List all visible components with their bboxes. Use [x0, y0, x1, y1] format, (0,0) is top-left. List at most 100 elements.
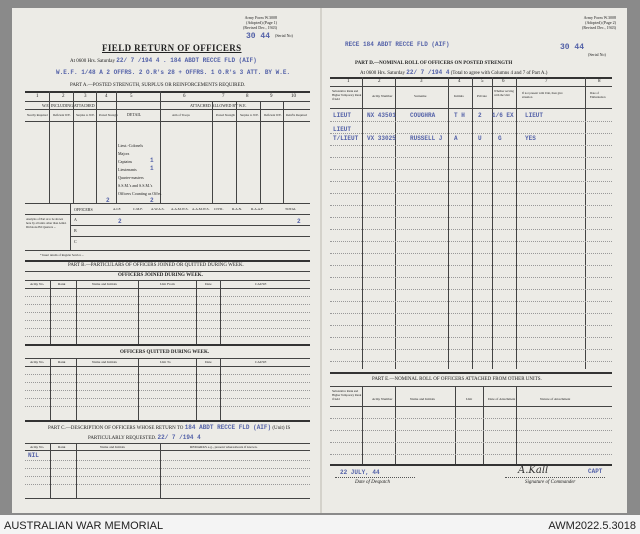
arms-head-10: TOTAL	[285, 207, 297, 211]
part-d-heading: PART D.—NOMINAL ROLL OF OFFICERS ON POST…	[355, 61, 513, 66]
arms-head-2: A.I.F.	[113, 207, 121, 211]
col-num-9: 9	[270, 94, 273, 99]
col-num-10: 10	[291, 94, 296, 99]
d-row-3-situation: YES	[525, 135, 536, 142]
d-col-num-7: 7	[545, 79, 548, 84]
d-head-situation: If not present with Unit, then give situ…	[522, 91, 563, 99]
d-head-serving: Whether serving with the Unit	[494, 89, 514, 97]
left-footnote: * Insert details of Regular Service ...	[40, 253, 84, 257]
part-c-date: 22/ 7 /194 4	[157, 434, 201, 441]
analysis-aif-value: 2	[118, 218, 122, 225]
d-row-3-rank: T/LIEUT	[333, 135, 359, 142]
e-head-rank: Substantive Rank and Higher Temporary Ra…	[332, 389, 362, 401]
d-row-1-number: NX 43501	[367, 112, 396, 119]
arms-head-4: A.W.A.S.	[151, 207, 165, 211]
col-head-7: Posted Strength	[216, 113, 235, 117]
d-row-1-private: 2	[478, 112, 482, 119]
arms-head-1: OFFICERS	[74, 207, 93, 212]
page-fold	[320, 8, 322, 513]
part-c-head-name: Name and Initials	[100, 445, 125, 449]
archive-accession-number: AWM2022.5.3018	[548, 520, 636, 532]
col-num-8: 8	[246, 94, 249, 99]
d-row-1-initials: T H	[454, 112, 465, 119]
arms-head-9: R.A.A.F.	[251, 207, 264, 211]
d-head-army-number: Army Number	[372, 94, 393, 98]
ranks-list: Lieut.-Colonels Majors Captains Lieutena…	[118, 143, 162, 196]
joined-head-rank: Rank	[58, 282, 66, 286]
col-num-6: 6	[183, 94, 186, 99]
part-c-head-army-no: Army No.	[30, 445, 45, 449]
quitted-head-cause: CAUSE	[255, 360, 267, 364]
col-head-6: Arm of Troops	[172, 113, 190, 117]
quitted-head-name: Name and Initials	[92, 360, 117, 364]
col-head-3: Surplus to W.E.	[76, 113, 95, 117]
e-head-army-number: Army Number	[372, 397, 393, 401]
joined-head-name: Name and Initials	[92, 282, 117, 286]
part-b-heading: PART B.—PARTICULARS OF OFFICERS JOINED O…	[68, 263, 244, 268]
left-form-ref: Army Form W.3008 (Adopted) (Page 1) (Revis…	[243, 15, 277, 30]
d-col-num-6: 6	[502, 79, 505, 84]
d-row-3-private: U	[478, 135, 482, 142]
archive-credit: AUSTRALIAN WAR MEMORIAL	[4, 520, 164, 532]
lieutenants-value: 1	[150, 165, 154, 172]
part-c-heading: PART C.—DESCRIPTION OF OFFICERS WHOSE RE…	[48, 424, 291, 431]
col-head-5: DETAIL	[127, 112, 142, 117]
captains-value: 1	[150, 157, 154, 164]
part-c-head-rank: Rank	[58, 445, 66, 449]
right-serial-no: 30 44	[560, 43, 585, 52]
part-c-nil: NIL	[28, 452, 39, 459]
left-at-unit: 184 ABDT RECCE FLD (AIF)	[170, 57, 257, 64]
left-at-date: 22/ 7 /194 4 .	[116, 57, 171, 64]
d-head-initials: Initials	[454, 94, 464, 98]
d-row-1-serving: 1/6 EX	[492, 112, 514, 119]
d-col-num-3: 3	[420, 79, 423, 84]
col-head-9: Deficient W.E.	[264, 113, 282, 117]
left-serial-label: (Serial No)	[275, 33, 293, 38]
left-serial-no: 30 44	[246, 32, 271, 41]
quitted-heading: OFFICERS QUITTED DURING WEEK.	[120, 350, 210, 355]
e-head-name: Name and Initials	[410, 397, 435, 401]
d-row-3-number: VX 33025	[367, 135, 396, 142]
d-row-3-serving: G	[498, 135, 502, 142]
col-head-10: Reinf'ts Required	[286, 113, 307, 117]
d-row-1-surname: COUGHRA	[410, 112, 436, 119]
col-num-1: 1	[36, 94, 39, 99]
left-at-line: At 0600 Hrs. Saturday 22/ 7 /194 4 . 184…	[70, 57, 257, 64]
d-head-private: Private	[477, 94, 487, 98]
col-num-2: 2	[62, 94, 65, 99]
posted-strength-total: 2	[106, 197, 110, 204]
col-head-8: Surplus to W.E.	[240, 113, 259, 117]
col-num-4: 4	[105, 94, 108, 99]
right-form-ref: Army Form W.3008 (Adopted) (Page 2) (Revis…	[582, 15, 616, 30]
despatch-date: 22 JULY, 44	[340, 469, 380, 476]
col-head-1: Nearby Required	[27, 113, 48, 117]
analysis-row-a: A	[74, 217, 77, 222]
commander-signature: A.Kall	[518, 465, 549, 476]
part-e-heading: PART E.—NOMINAL ROLL OF OFFICERS ATTACHE…	[372, 377, 542, 382]
d-col-num-2: 2	[378, 79, 381, 84]
d-row-1-situation: LIEUT	[525, 112, 544, 119]
commander-rank: CAPT	[588, 468, 603, 475]
analysis-row-c: C	[74, 239, 77, 244]
col-head-2: Deficient W.E.	[53, 113, 71, 117]
part-d-at-line: At 0600 Hrs. Saturday 22/ 7 /194 4 (Tota…	[360, 69, 548, 76]
analysis-total-value: 2	[297, 218, 301, 225]
col-num-7: 7	[222, 94, 225, 99]
part-c-unit: 184 ABDT RECCE FLD (AIF)	[184, 424, 272, 431]
col-num-5: 5	[130, 94, 133, 99]
col-num-3: 3	[84, 94, 87, 99]
left-wef-line: W.E.F. 1/48 A 2 OFFRS. 2 O.R's 28 + OFFR…	[56, 69, 291, 76]
d-col-num-1: 1	[347, 79, 350, 84]
joined-heading: OFFICERS JOINED DURING WEEK.	[118, 273, 203, 278]
detail-total: 2	[150, 197, 154, 204]
quitted-head-unit: Unit To	[160, 360, 171, 364]
left-form-title: FIELD RETURN OF OFFICERS	[102, 43, 242, 53]
d-row-2-rank: LIEUT	[333, 126, 352, 133]
e-head-unit: Unit	[466, 397, 473, 401]
d-col-num-8: 8	[598, 79, 601, 84]
signature-label: Signature of Commander	[525, 480, 576, 485]
d-row-3-initials: A	[454, 135, 458, 142]
attached-allowed-by-we: ATTACHED ALLOWED BY W.E.	[190, 103, 247, 108]
arms-head-6: A.A.M.W.S.	[192, 207, 210, 211]
d-col-num-5: 5	[481, 79, 484, 84]
